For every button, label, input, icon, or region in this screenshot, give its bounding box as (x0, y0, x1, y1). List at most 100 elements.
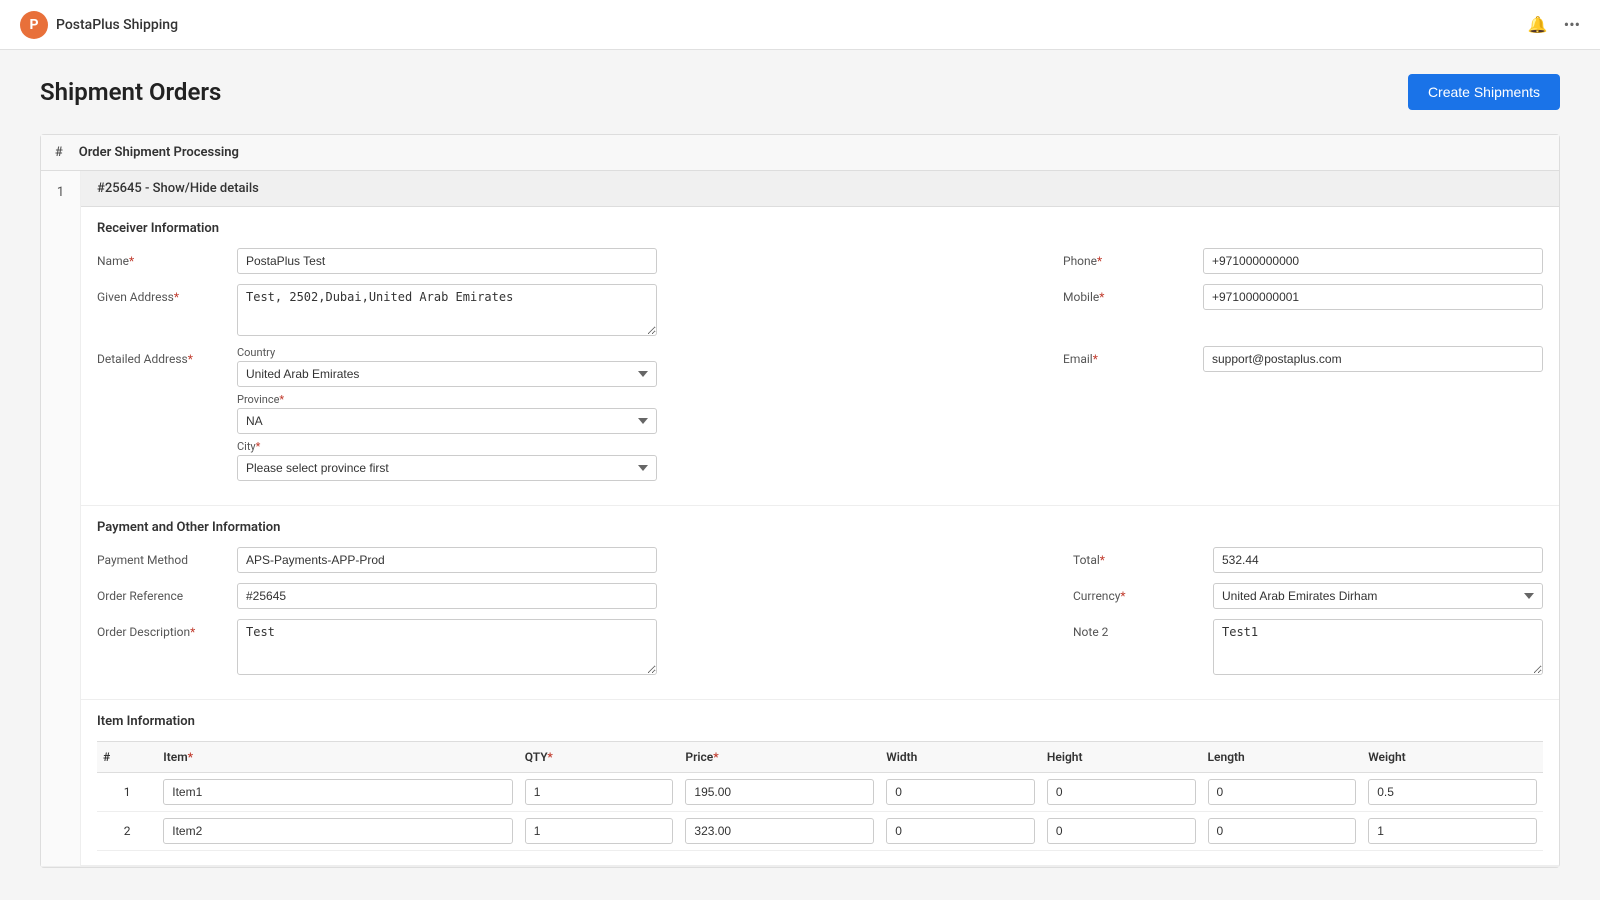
length-input[interactable] (1208, 779, 1357, 805)
name-input[interactable] (237, 248, 657, 274)
total-label: Total* (1073, 547, 1203, 567)
weight-cell (1362, 812, 1543, 851)
name-label: Name* (97, 248, 227, 268)
qty-cell (519, 773, 680, 812)
total-input[interactable] (1213, 547, 1543, 573)
order-detail-title: #25645 - Show/Hide details (97, 181, 259, 196)
create-shipments-button[interactable]: Create Shipments (1408, 74, 1560, 110)
note2-group: Note 2 (1073, 619, 1543, 675)
note2-textarea[interactable] (1213, 619, 1543, 675)
items-table-header: # Item* QTY* Price* Width Height Length … (97, 742, 1543, 773)
order-desc-group: Order Description* (97, 619, 657, 675)
payment-section: Payment and Other Information Payment Me… (81, 506, 1559, 700)
height-input[interactable] (1047, 779, 1196, 805)
items-section-title: Item Information (97, 714, 1543, 729)
given-address-label: Given Address* (97, 284, 227, 304)
province-select[interactable]: NA (237, 408, 657, 434)
country-select[interactable]: United Arab Emirates (237, 361, 657, 387)
given-address-input[interactable] (237, 284, 657, 336)
item-input[interactable] (163, 818, 513, 844)
province-sublabel: Province* (237, 393, 657, 406)
receiver-section: Receiver Information Name* Phone* (81, 207, 1559, 506)
price-col-header: Price* (679, 742, 880, 773)
menu-icon[interactable]: ••• (1564, 15, 1580, 34)
email-label: Email* (1063, 346, 1193, 366)
order-desc-textarea[interactable] (237, 619, 657, 675)
name-group: Name* (97, 248, 657, 274)
address-mobile-row: Given Address* Mobile* (97, 284, 1543, 336)
width-cell (880, 812, 1041, 851)
app-logo: P (20, 11, 48, 39)
mobile-group: Mobile* (1063, 284, 1543, 310)
order-row: 1 #25645 - Show/Hide details Receiver In… (41, 171, 1559, 867)
ref-currency-row: Order Reference Currency* United Arab Em… (97, 583, 1543, 609)
length-cell (1202, 812, 1363, 851)
qty-input[interactable] (525, 818, 674, 844)
page-header: Shipment Orders Create Shipments (40, 74, 1560, 110)
app-title: PostaPlus Shipping (56, 17, 178, 33)
width-cell (880, 773, 1041, 812)
width-input[interactable] (886, 779, 1035, 805)
notification-icon[interactable]: 🔔 (1528, 15, 1548, 34)
row-number: 1 (41, 171, 81, 866)
page-title: Shipment Orders (40, 78, 221, 106)
height-col-header: Height (1041, 742, 1202, 773)
order-table-header: # Order Shipment Processing (41, 135, 1559, 171)
email-input[interactable] (1203, 346, 1543, 372)
width-input[interactable] (886, 818, 1035, 844)
currency-group: Currency* United Arab Emirates Dirham (1073, 583, 1543, 609)
row-num: 2 (97, 812, 157, 851)
phone-input[interactable] (1203, 248, 1543, 274)
items-table: # Item* QTY* Price* Width Height Length … (97, 741, 1543, 851)
price-cell (679, 773, 880, 812)
length-input[interactable] (1208, 818, 1357, 844)
mobile-input[interactable] (1203, 284, 1543, 310)
city-group: City* Please select province first (237, 440, 657, 481)
length-cell (1202, 773, 1363, 812)
height-cell (1041, 773, 1202, 812)
table-row: 1 (97, 773, 1543, 812)
row-num: 1 (97, 773, 157, 812)
processing-column-header: Order Shipment Processing (79, 145, 239, 160)
app-branding: P PostaPlus Shipping (20, 11, 178, 39)
detailed-address-email-row: Detailed Address* Country United Arab Em… (97, 346, 1543, 481)
note2-label: Note 2 (1073, 619, 1203, 639)
price-input[interactable] (685, 779, 874, 805)
item-col-header: Item* (157, 742, 519, 773)
order-detail-header[interactable]: #25645 - Show/Hide details (81, 171, 1559, 207)
country-sublabel: Country (237, 346, 657, 359)
top-navigation: P PostaPlus Shipping 🔔 ••• (0, 0, 1600, 50)
currency-select[interactable]: United Arab Emirates Dirham (1213, 583, 1543, 609)
weight-input[interactable] (1368, 818, 1537, 844)
nav-actions: 🔔 ••• (1528, 15, 1580, 34)
total-group: Total* (1073, 547, 1543, 573)
item-cell (157, 812, 519, 851)
payment-method-input (237, 547, 657, 573)
detailed-address-group: Detailed Address* Country United Arab Em… (97, 346, 657, 481)
weight-input[interactable] (1368, 779, 1537, 805)
hash-column-header: # (55, 145, 63, 160)
page-content: Shipment Orders Create Shipments # Order… (0, 50, 1600, 892)
email-group: Email* (1063, 346, 1543, 372)
height-input[interactable] (1047, 818, 1196, 844)
order-table: # Order Shipment Processing 1 #25645 - S… (40, 134, 1560, 868)
address-dropdowns: Country United Arab Emirates Province* N… (237, 346, 657, 481)
method-total-row: Payment Method Total* (97, 547, 1543, 573)
desc-note-row: Order Description* Note 2 (97, 619, 1543, 675)
given-address-group: Given Address* (97, 284, 657, 336)
receiver-section-title: Receiver Information (97, 221, 1543, 236)
city-sublabel: City* (237, 440, 657, 453)
city-select[interactable]: Please select province first (237, 455, 657, 481)
item-input[interactable] (163, 779, 513, 805)
order-ref-group: Order Reference (97, 583, 657, 609)
items-section: Item Information # Item* QTY* Price* Wid… (81, 700, 1559, 866)
province-group: Province* NA (237, 393, 657, 434)
order-ref-label: Order Reference (97, 583, 227, 603)
qty-input[interactable] (525, 779, 674, 805)
price-input[interactable] (685, 818, 874, 844)
order-ref-input[interactable] (237, 583, 657, 609)
row-content: #25645 - Show/Hide details Receiver Info… (81, 171, 1559, 866)
height-cell (1041, 812, 1202, 851)
payment-section-title: Payment and Other Information (97, 520, 1543, 535)
country-group: Country United Arab Emirates (237, 346, 657, 387)
